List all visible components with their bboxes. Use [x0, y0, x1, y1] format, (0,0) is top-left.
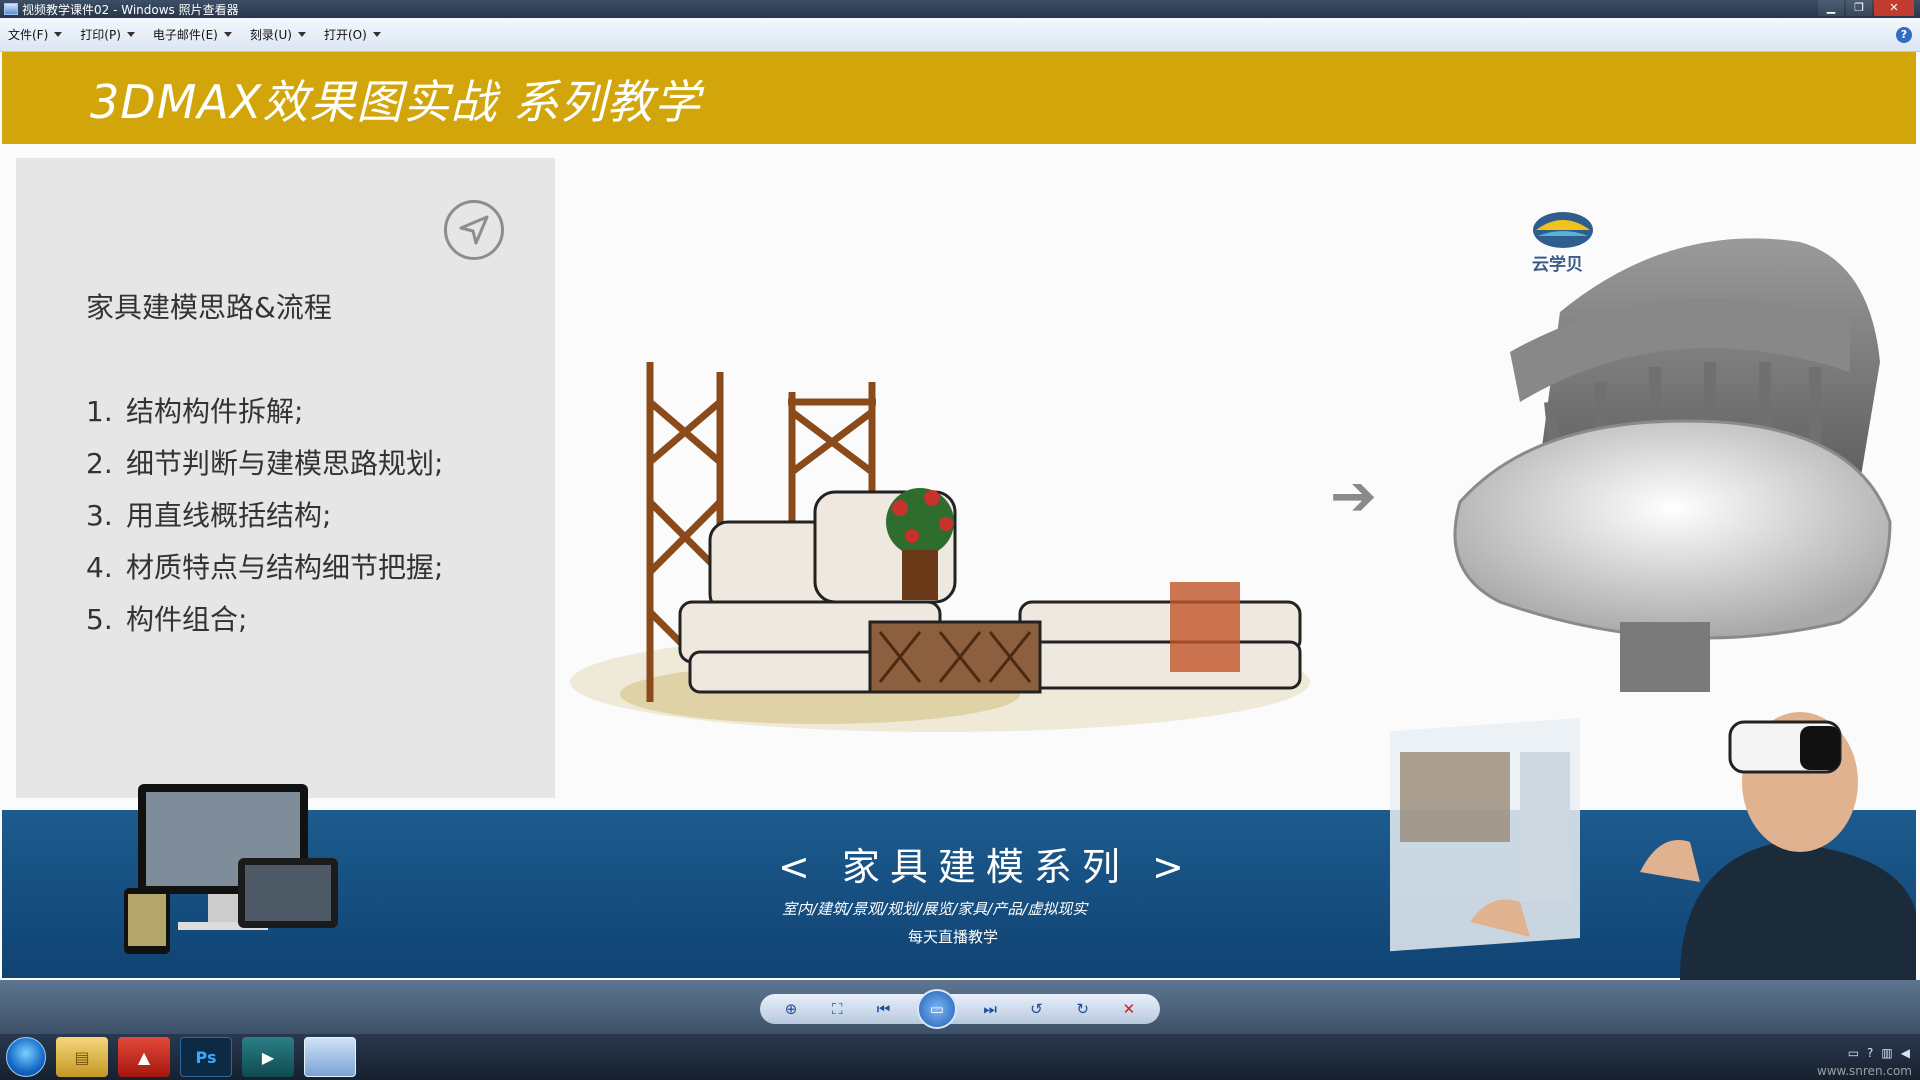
photo-viewer-app-icon — [4, 3, 18, 15]
step-number: 2. — [86, 447, 113, 480]
delete-icon[interactable]: ✕ — [1116, 998, 1142, 1020]
menu-print-label: 打印(P) — [80, 28, 121, 42]
window-title: 视频教学课件02 - Windows 照片查看器 — [22, 2, 239, 17]
subjects-line: 室内/建筑/景观/规划/展览/家具/产品/虚拟现实 — [782, 900, 1088, 918]
photoshop-icon[interactable]: Ps — [180, 1037, 232, 1077]
menu-open-label: 打开(O) — [324, 28, 367, 42]
step-text: 用直线概括结构; — [126, 499, 332, 532]
step-number: 1. — [86, 395, 113, 428]
arrow-right-icon: ➔ — [1330, 464, 1377, 529]
next-icon[interactable]: ⏭ — [977, 998, 1003, 1020]
viewer-toolbar: ⊕ ⛶ ⏮ ▭ ⏭ ↺ ↻ ✕ — [0, 980, 1920, 1034]
step-number: 5. — [86, 603, 113, 636]
chevron-down-icon — [126, 32, 135, 37]
slide-header-title: 3DMAX效果图实战 系列教学 — [90, 75, 701, 129]
chevron-down-icon — [54, 32, 63, 37]
menu-email-label: 电子邮件(E) — [152, 28, 218, 42]
step-number: 3. — [86, 499, 113, 532]
window-controls: ▁ ❐ ✕ — [1818, 0, 1914, 16]
file-explorer-icon[interactable]: ▤ — [56, 1037, 108, 1077]
photo-viewer-icon[interactable] — [304, 1037, 356, 1077]
step-text: 结构构件拆解; — [126, 395, 304, 428]
chevron-down-icon — [223, 32, 232, 37]
help-icon[interactable]: ? — [1896, 27, 1912, 43]
series-title: < 家具建模系列 > — [778, 845, 1194, 889]
acrobat-icon[interactable]: ▲ — [118, 1037, 170, 1077]
menu-burn-label: 刻录(U) — [249, 28, 292, 42]
start-button[interactable] — [6, 1037, 46, 1077]
logo-text: 云学贝 — [1532, 255, 1583, 275]
list-item: 3. 用直线概括结构; — [86, 490, 443, 542]
menu-print[interactable]: 打印(P) — [80, 26, 135, 43]
menu-file[interactable]: 文件(F) — [8, 26, 63, 43]
header-band: 3DMAX效果图实战 系列教学 — [2, 52, 1916, 144]
menu-burn[interactable]: 刻录(U) — [250, 26, 306, 43]
menu-bar: 文件(F) 打印(P) 电子邮件(E) 刻录(U) 打开(O) ? — [0, 18, 1920, 52]
slide-image: 3DMAX效果图实战 系列教学 家具建模思路&流程 1. 结构构件拆解; 2. 细节… — [0, 52, 1920, 980]
rotate-right-icon[interactable]: ↻ — [1070, 998, 1096, 1020]
outline-panel: 家具建模思路&流程 1. 结构构件拆解; 2. 细节判断与建模思路规划; 3. 用直线… — [16, 158, 555, 798]
chevron-down-icon — [298, 32, 306, 37]
step-text: 细节判断与建模思路规划; — [126, 447, 444, 480]
close-button[interactable]: ✕ — [1874, 0, 1914, 16]
list-item: 1. 结构构件拆解; — [86, 386, 443, 438]
viewer-controls: ⊕ ⛶ ⏮ ▭ ⏭ ↺ ↻ ✕ — [760, 989, 1160, 1029]
system-tray: ▭ ? ▥ ◀ — [1848, 1046, 1910, 1060]
list-item: 2. 细节判断与建模思路规划; — [86, 438, 443, 490]
previous-icon[interactable]: ⏮ — [871, 998, 897, 1020]
tray-volume-icon[interactable]: ◀ — [1901, 1046, 1910, 1060]
3dsmax-icon[interactable]: ▶ — [242, 1037, 294, 1077]
chevron-down-icon — [372, 32, 381, 37]
tray-help-icon[interactable]: ? — [1867, 1046, 1873, 1060]
steps-list: 1. 结构构件拆解; 2. 细节判断与建模思路规划; 3. 用直线概括结构; 4. 材质… — [86, 386, 443, 646]
list-item: 5. 构件组合; — [86, 594, 443, 646]
zoom-icon[interactable]: ⊕ — [778, 998, 804, 1020]
slideshow-icon[interactable]: ▭ — [916, 989, 957, 1029]
taskbar: ▤ ▲ Ps ▶ ▭ ? ▥ ◀ www.snren.com — [0, 1034, 1920, 1080]
menu-open[interactable]: 打开(O) — [324, 26, 381, 43]
menu-email[interactable]: 电子邮件(E) — [153, 26, 232, 43]
step-text: 材质特点与结构细节把握; — [126, 551, 444, 584]
chair-render-illustration — [1453, 238, 1892, 692]
menu-file-label: 文件(F) — [8, 28, 49, 42]
navigation-arrow-icon — [444, 200, 504, 260]
brand-logo: 云学贝 — [1528, 208, 1598, 284]
step-text: 构件组合; — [126, 603, 248, 636]
vr-user-illustration — [1390, 712, 1916, 980]
tray-network-icon[interactable]: ▥ — [1881, 1046, 1892, 1060]
daily-live-line: 每天直播教学 — [908, 928, 999, 946]
panel-title: 家具建模思路&流程 — [86, 291, 332, 324]
list-item: 4. 材质特点与结构细节把握; — [86, 542, 443, 594]
furniture-sketch-illustration — [570, 362, 1310, 732]
minimize-button[interactable]: ▁ — [1818, 0, 1844, 16]
window-titlebar: 视频教学课件02 - Windows 照片查看器 ▁ ❐ ✕ — [0, 0, 1920, 18]
actual-size-icon[interactable]: ⛶ — [824, 998, 850, 1020]
maximize-button[interactable]: ❐ — [1846, 0, 1872, 16]
step-number: 4. — [86, 551, 113, 584]
tray-device-icon[interactable]: ▭ — [1848, 1046, 1859, 1060]
watermark-text: www.snren.com — [1816, 1064, 1912, 1078]
devices-illustration — [124, 784, 338, 954]
rotate-left-icon[interactable]: ↺ — [1023, 998, 1049, 1020]
